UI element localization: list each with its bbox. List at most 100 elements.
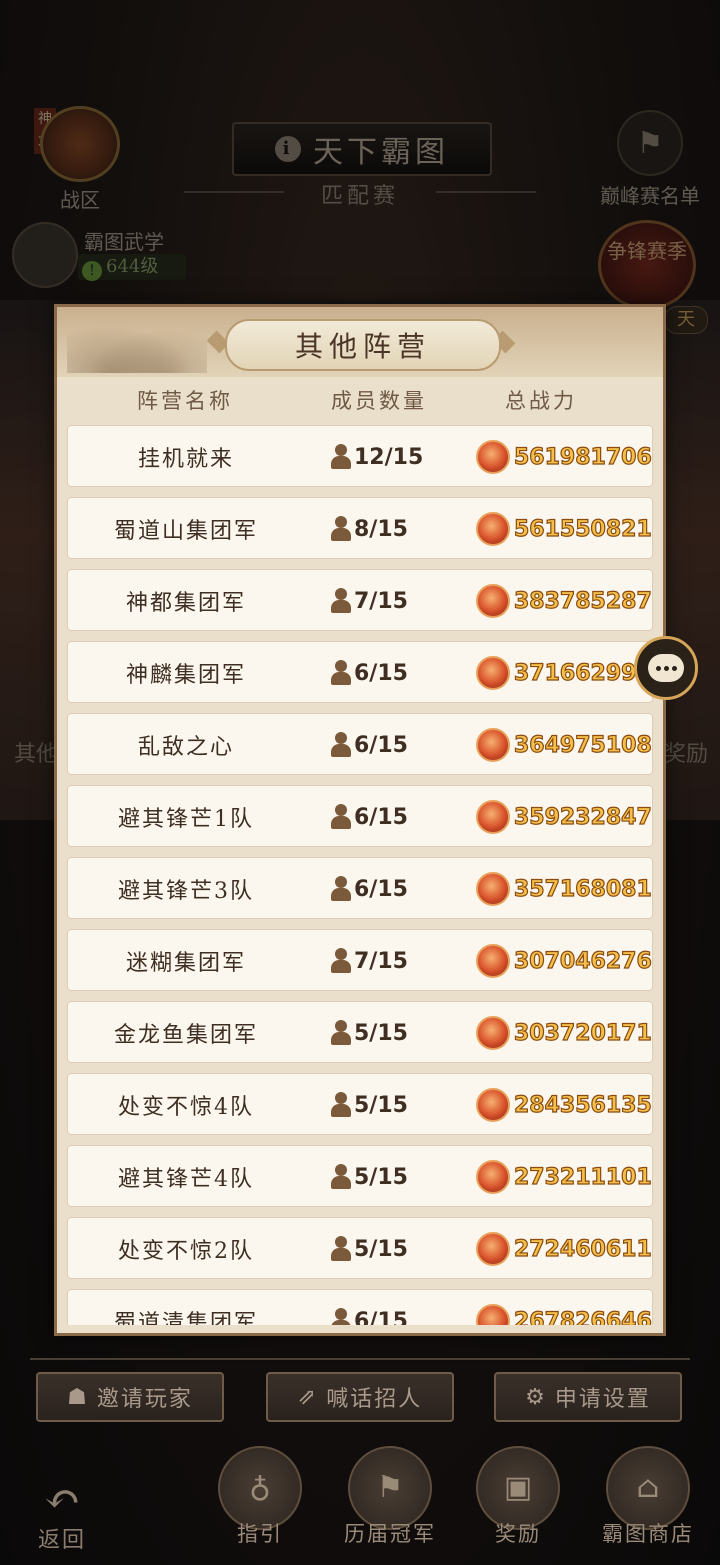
member-icon bbox=[330, 948, 352, 974]
camp-power: 303720171 bbox=[476, 1002, 652, 1064]
camp-members: 12/15 bbox=[330, 426, 423, 488]
camp-power: 364975108 bbox=[476, 714, 652, 776]
member-icon bbox=[330, 660, 352, 686]
power-icon bbox=[476, 440, 510, 474]
modal-header: 其他阵营 bbox=[57, 307, 663, 377]
member-icon bbox=[330, 516, 352, 542]
column-header-name: 阵营名称 bbox=[137, 389, 233, 413]
camp-row[interactable]: 神麟集团军 6/15 371662999 bbox=[67, 641, 653, 703]
member-count: 5/15 bbox=[354, 1092, 408, 1118]
camp-power: 273211101 bbox=[476, 1146, 652, 1208]
camp-name: 金龙鱼集团军 bbox=[113, 1023, 258, 1048]
power-value: 303720171 bbox=[513, 1020, 652, 1046]
mountain-decoration bbox=[67, 317, 207, 373]
camp-power: 371662999 bbox=[476, 642, 652, 704]
nav-champions-label: 历届冠军 bbox=[344, 1522, 436, 1546]
power-value: 364975108 bbox=[513, 732, 652, 758]
camp-row[interactable]: 避其锋芒4队 5/15 273211101 bbox=[67, 1145, 653, 1207]
camp-row[interactable]: 蜀道山集团军 8/15 561550821 bbox=[67, 497, 653, 559]
power-icon bbox=[476, 872, 510, 906]
camp-members: 5/15 bbox=[330, 1002, 408, 1064]
member-icon bbox=[330, 804, 352, 830]
power-icon bbox=[476, 728, 510, 762]
nav-rewards-label: 奖励 bbox=[495, 1522, 541, 1546]
camp-name: 挂机就来 bbox=[137, 447, 234, 472]
power-icon bbox=[476, 656, 510, 690]
camp-members: 5/15 bbox=[330, 1074, 408, 1136]
member-count: 6/15 bbox=[354, 1308, 408, 1326]
camp-power: 383785287 bbox=[476, 570, 652, 632]
camp-row[interactable]: 神都集团军 7/15 383785287 bbox=[67, 569, 653, 631]
camp-row[interactable]: 乱敌之心 6/15 364975108 bbox=[67, 713, 653, 775]
person-icon: ☗ bbox=[67, 1384, 89, 1410]
power-icon bbox=[476, 1016, 510, 1050]
power-icon bbox=[476, 1088, 510, 1122]
chat-bubble-icon bbox=[648, 654, 684, 682]
camp-row[interactable]: 金龙鱼集团军 5/15 303720171 bbox=[67, 1001, 653, 1063]
camp-members: 5/15 bbox=[330, 1218, 408, 1280]
nav-guide[interactable]: ♁ 指引 bbox=[210, 1446, 310, 1548]
nav-shop-label: 霸图商店 bbox=[602, 1522, 694, 1546]
camp-power: 267826646 bbox=[476, 1290, 652, 1325]
camp-name: 神都集团军 bbox=[125, 591, 246, 616]
nav-champions[interactable]: ⚑ 历届冠军 bbox=[340, 1446, 440, 1548]
back-label: 返回 bbox=[37, 1528, 86, 1553]
member-count: 12/15 bbox=[354, 444, 424, 470]
camp-name: 避其锋芒3队 bbox=[118, 879, 254, 904]
camp-power: 272460611 bbox=[476, 1218, 652, 1280]
camp-power: 561981706 bbox=[476, 426, 652, 488]
bottom-divider bbox=[30, 1358, 690, 1360]
camp-members: 6/15 bbox=[330, 642, 408, 704]
back-button[interactable]: ↶ 返回 bbox=[22, 1478, 102, 1554]
camp-name: 迷糊集团军 bbox=[125, 951, 246, 976]
camp-name: 处变不惊2队 bbox=[118, 1239, 254, 1264]
camp-members: 5/15 bbox=[330, 1146, 408, 1208]
apply-settings-button[interactable]: ⚙ 申请设置 bbox=[494, 1372, 682, 1422]
member-count: 8/15 bbox=[354, 516, 408, 542]
camp-row[interactable]: 蜀道清集团军 6/15 267826646 bbox=[67, 1289, 653, 1325]
member-icon bbox=[330, 1092, 352, 1118]
camp-power: 307046276 bbox=[476, 930, 652, 992]
camp-name: 蜀道山集团军 bbox=[113, 519, 258, 544]
power-value: 307046276 bbox=[513, 948, 652, 974]
member-count: 7/15 bbox=[354, 588, 408, 614]
member-count: 7/15 bbox=[354, 948, 408, 974]
shout-recruit-button[interactable]: ⇗ 喊话招人 bbox=[266, 1372, 454, 1422]
column-header-members: 成员数量 bbox=[331, 389, 427, 413]
power-value: 267826646 bbox=[513, 1308, 652, 1325]
camp-name: 神麟集团军 bbox=[125, 663, 246, 688]
camp-row[interactable]: 处变不惊2队 5/15 272460611 bbox=[67, 1217, 653, 1279]
member-icon bbox=[330, 444, 352, 470]
power-value: 561550821 bbox=[513, 516, 652, 542]
camp-power: 359232847 bbox=[476, 786, 652, 848]
gear-icon: ⚙ bbox=[525, 1384, 547, 1410]
power-icon bbox=[476, 584, 510, 618]
nav-rewards[interactable]: ▣ 奖励 bbox=[468, 1446, 568, 1548]
power-value: 383785287 bbox=[513, 588, 652, 614]
camp-name: 蜀道清集团军 bbox=[113, 1311, 258, 1325]
member-count: 6/15 bbox=[354, 660, 408, 686]
camp-row[interactable]: 迷糊集团军 7/15 307046276 bbox=[67, 929, 653, 991]
camp-row[interactable]: 避其锋芒1队 6/15 359232847 bbox=[67, 785, 653, 847]
power-value: 371662999 bbox=[513, 660, 652, 686]
camp-row[interactable]: 处变不惊4队 5/15 284356135 bbox=[67, 1073, 653, 1135]
power-icon bbox=[476, 944, 510, 978]
power-value: 284356135 bbox=[513, 1092, 652, 1118]
chat-button[interactable] bbox=[634, 636, 698, 700]
camp-name: 避其锋芒4队 bbox=[118, 1167, 254, 1192]
power-icon bbox=[476, 512, 510, 546]
power-value: 272460611 bbox=[513, 1236, 652, 1262]
invite-player-button[interactable]: ☗ 邀请玩家 bbox=[36, 1372, 224, 1422]
member-count: 6/15 bbox=[354, 732, 408, 758]
nav-shop[interactable]: ⌂ 霸图商店 bbox=[598, 1446, 698, 1548]
camp-row[interactable]: 避其锋芒3队 6/15 357168081 bbox=[67, 857, 653, 919]
camp-list[interactable]: 挂机就来 12/15 561981706 蜀道山集团军 8/15 561550821 神都集… bbox=[67, 425, 653, 1325]
power-value: 359232847 bbox=[513, 804, 652, 830]
member-icon bbox=[330, 876, 352, 902]
apply-settings-label: 申请设置 bbox=[554, 1387, 651, 1412]
camp-members: 6/15 bbox=[330, 1290, 408, 1325]
camp-row[interactable]: 挂机就来 12/15 561981706 bbox=[67, 425, 653, 487]
camp-power: 561550821 bbox=[476, 498, 652, 560]
power-icon bbox=[476, 800, 510, 834]
camp-power: 357168081 bbox=[476, 858, 652, 920]
